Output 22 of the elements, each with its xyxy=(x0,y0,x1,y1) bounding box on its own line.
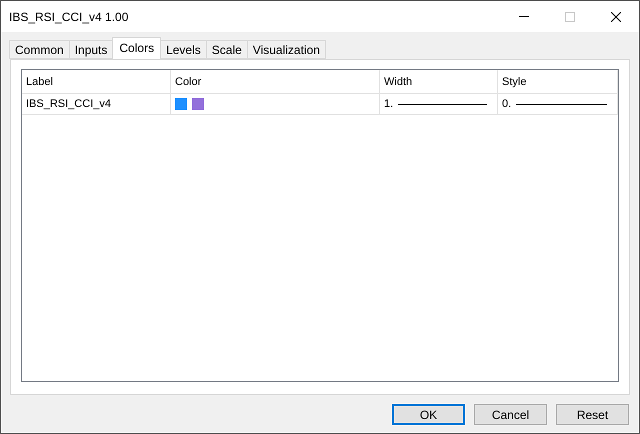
tab[interactable]: Colors xyxy=(112,37,162,59)
close-icon[interactable] xyxy=(611,12,621,22)
width-value: 1. xyxy=(384,98,394,110)
color-swatch[interactable] xyxy=(175,98,187,110)
color-swatch[interactable] xyxy=(192,98,204,110)
dialog-button[interactable]: Cancel xyxy=(474,404,547,425)
minimize-icon[interactable] xyxy=(519,16,529,17)
column-header[interactable]: Color xyxy=(171,70,380,93)
dialog-button[interactable]: OK xyxy=(392,404,465,425)
dialog-button[interactable]: Reset xyxy=(556,404,629,425)
table-cell: IBS_RSI_CCI_v4 xyxy=(22,94,171,114)
column-header[interactable]: Width xyxy=(380,70,498,93)
maximize-icon xyxy=(565,12,575,22)
tab[interactable]: Visualization xyxy=(246,40,326,59)
tab[interactable]: Inputs xyxy=(68,40,114,59)
window-title: IBS_RSI_CCI_v4 1.00 xyxy=(9,10,130,24)
tab[interactable]: Levels xyxy=(160,40,207,59)
style-value: 0. xyxy=(502,98,512,110)
column-header[interactable]: Label xyxy=(22,70,171,93)
column-header[interactable]: Style xyxy=(498,70,618,93)
tab[interactable]: Scale xyxy=(206,40,248,59)
tab[interactable]: Common xyxy=(9,40,70,59)
